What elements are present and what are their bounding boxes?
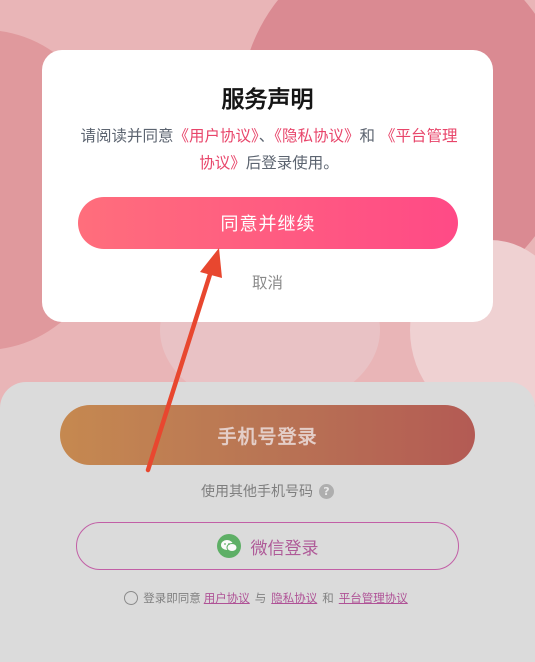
dialog-and: 和 <box>359 127 380 145</box>
dialog-body-prefix: 请阅读并同意 <box>80 127 174 145</box>
dialog-body-suffix: 后登录使用。 <box>245 154 339 172</box>
dialog-body: 请阅读并同意《用户协议》、《隐私协议》和 《平台管理协议》后登录使用。 <box>80 123 458 177</box>
dialog-separator: 、 <box>258 127 275 145</box>
dialog-title: 服务声明 <box>221 87 314 113</box>
dialog-privacy-agreement-link[interactable]: 《隐私协议》 <box>274 127 359 145</box>
agree-continue-button[interactable]: 同意并继续 <box>78 197 458 249</box>
dialog-user-agreement-link[interactable]: 《用户协议》 <box>174 127 259 145</box>
agree-continue-label: 同意并继续 <box>220 214 316 235</box>
cancel-button[interactable]: 取消 <box>0 271 535 293</box>
